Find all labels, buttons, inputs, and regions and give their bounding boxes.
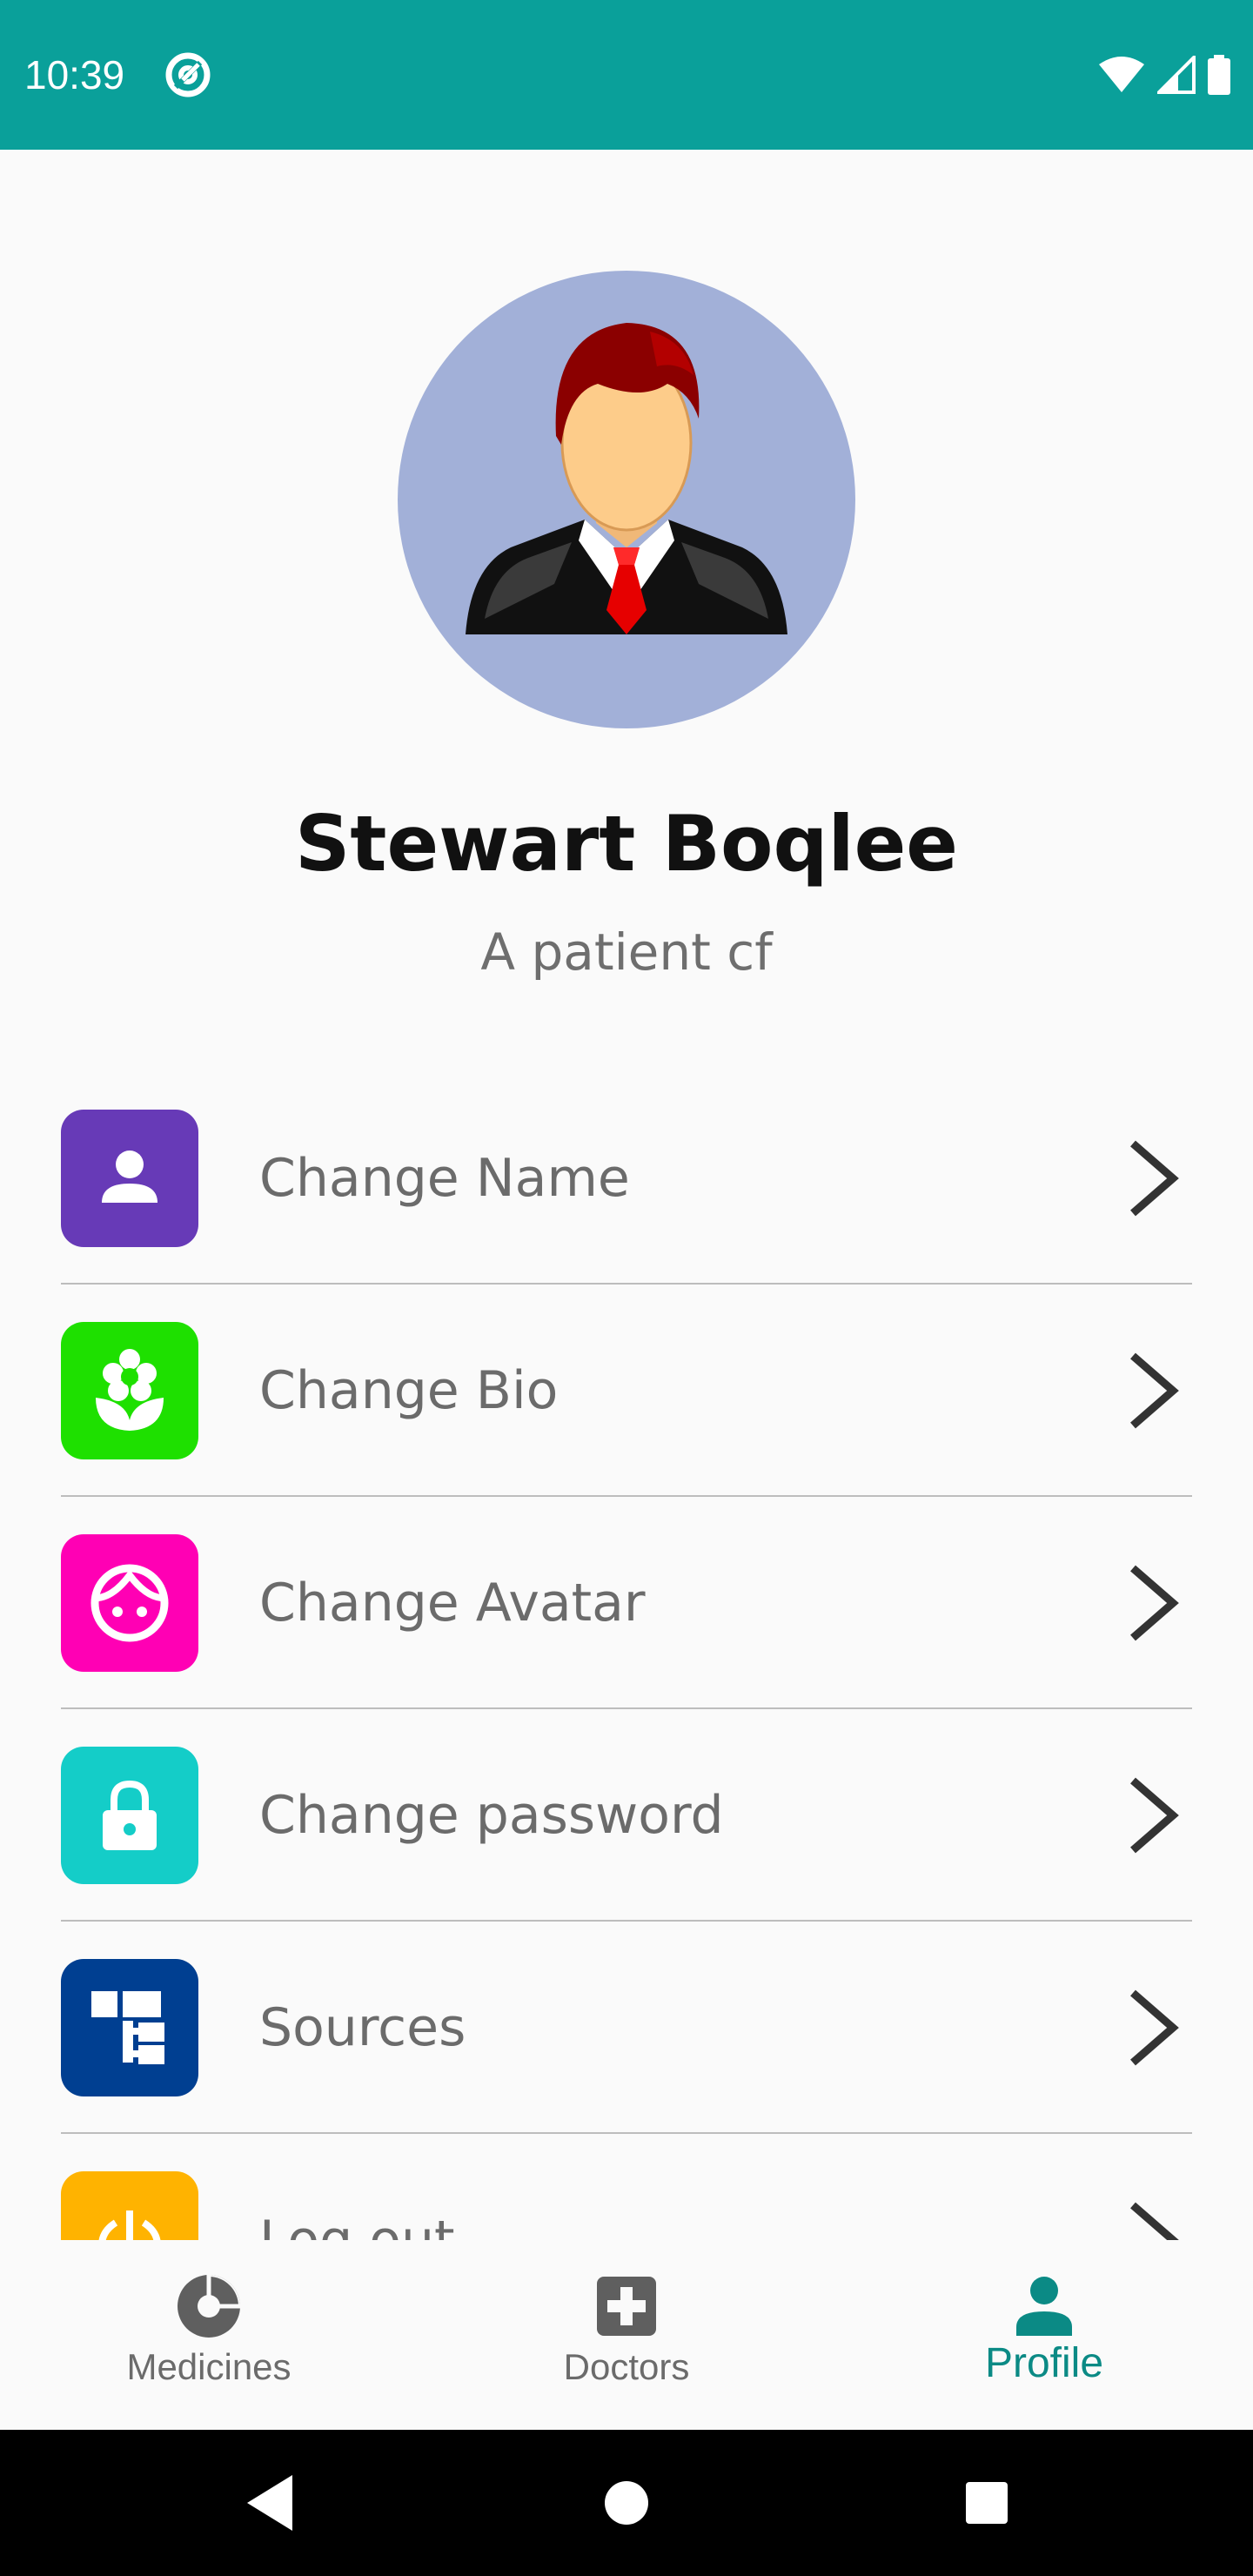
profile-name: Stewart Boqlee [295,799,958,889]
menu-item-change-bio[interactable]: Change Bio [0,1283,1253,1495]
menu-item-label: Change password [259,1785,724,1846]
face-icon [61,1534,198,1672]
chevron-right-icon [1130,2202,1179,2240]
status-bar: 10:39 [0,0,1253,150]
nav-item-doctors[interactable]: Doctors [418,2240,835,2430]
menu-item-change-password[interactable]: Change password [0,1707,1253,1920]
menu-item-label: Change Bio [259,1360,559,1421]
pie-chart-icon [178,2273,242,2338]
back-icon[interactable] [235,2468,305,2538]
status-icons [1098,50,1230,99]
menu-item-sources[interactable]: Sources [0,1920,1253,2132]
menu-item-label: Change Avatar [259,1573,646,1633]
menu-item-label: Sources [259,1997,466,2058]
chevron-right-icon [1130,1565,1179,1641]
chevron-right-icon [1130,1352,1179,1429]
home-icon[interactable] [592,2468,661,2538]
menu-item-log-out[interactable]: Log out [0,2132,1253,2240]
settings-list[interactable]: Change Name Change Bio Change Avatar Cha… [0,1070,1253,2240]
menu-item-label: Change Name [259,1148,630,1209]
flower-icon [61,1322,198,1459]
status-time: 10:39 [24,52,125,97]
menu-item-change-avatar[interactable]: Change Avatar [0,1495,1253,1707]
person-icon [61,1110,198,1247]
chevron-right-icon [1130,1777,1179,1854]
wifi-icon [1099,57,1144,92]
lock-icon [61,1747,198,1884]
chevron-right-icon [1130,1140,1179,1217]
system-navigation-bar [0,2430,1253,2576]
nav-label: Medicines [126,2346,291,2387]
profile-bio: A patient cf [480,922,773,982]
nav-item-medicines[interactable]: Medicines [0,2240,418,2430]
sitemap-icon [61,1959,198,2096]
medical-cross-icon [597,2277,656,2336]
nav-label: Profile [984,2340,1104,2386]
nav-item-profile[interactable]: Profile [835,2240,1253,2430]
nav-label: Doctors [563,2346,690,2387]
chevron-right-icon [1130,1989,1179,2066]
businessman-avatar [466,323,787,634]
profile-avatar[interactable] [398,271,855,728]
at-sign-icon [165,52,211,97]
person-icon [1016,2277,1072,2336]
signal-icon [1157,56,1196,94]
recents-icon[interactable] [952,2468,1022,2538]
power-icon [61,2171,198,2240]
menu-item-change-name[interactable]: Change Name [0,1070,1253,1283]
bottom-navigation: Medicines Doctors Profile [0,2240,1253,2430]
battery-icon [1208,55,1230,95]
menu-item-label: Log out [259,2210,455,2240]
